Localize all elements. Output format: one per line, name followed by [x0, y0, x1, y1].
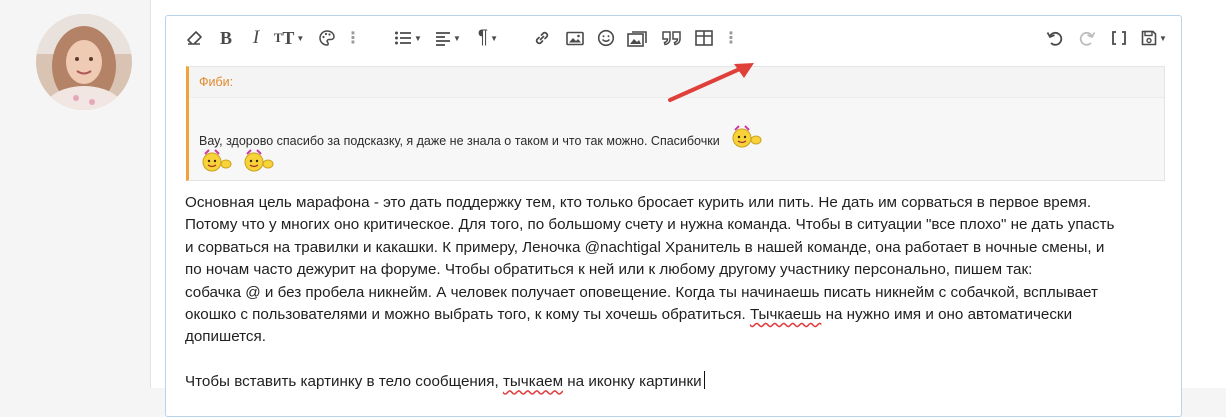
content-line: и сорваться на травилки и какашки. К при…: [185, 238, 1105, 256]
quote-text-wrap: Вау, здорово спасибо за подсказку, я даж…: [199, 123, 763, 152]
editor-toolbar: B I T T ▼ ⋮ ▼ ▼ ¶ ▼ ⋮ ▼: [166, 16, 1181, 60]
italic-icon[interactable]: I: [246, 26, 266, 50]
smiley-icon[interactable]: [595, 26, 617, 50]
content-line: Чтобы вставить картинку в тело сообщения…: [185, 371, 1170, 393]
undo-icon[interactable]: [1044, 26, 1066, 50]
link-icon[interactable]: [531, 26, 553, 50]
eraser-icon[interactable]: [184, 26, 206, 50]
content-text: окошко с пользователями и можно выбрать …: [185, 306, 746, 324]
paragraph-icon[interactable]: ¶ ▼: [472, 26, 504, 50]
more-options-icon[interactable]: ⋮: [345, 26, 361, 50]
table-icon[interactable]: [693, 26, 715, 50]
palette-icon[interactable]: [316, 26, 338, 50]
rich-text-editor[interactable]: B I T T ▼ ⋮ ▼ ▼ ¶ ▼ ⋮ ▼ Фиби: Вау, здоро…: [165, 15, 1182, 417]
content-line: Основная цель марафона - это дать поддер…: [185, 194, 1092, 211]
editor-content[interactable]: Основная цель марафона - это дать поддер…: [185, 192, 1170, 394]
content-line: Потому что у многих оно критическое. Для…: [185, 216, 1115, 234]
save-draft-icon[interactable]: ▼: [1138, 26, 1170, 50]
bold-icon[interactable]: B: [216, 26, 236, 50]
quote-icon[interactable]: [660, 26, 684, 50]
content-line: допишется.: [185, 328, 266, 346]
quote-text: Вау, здорово спасибо за подсказку, я даж…: [199, 134, 720, 148]
more-options-icon[interactable]: ⋮: [723, 26, 739, 50]
smiley-emoji: [199, 147, 233, 178]
image-icon[interactable]: [564, 26, 586, 50]
align-icon[interactable]: ▼: [432, 26, 464, 50]
smiley-emoji: [729, 123, 763, 152]
list-icon[interactable]: ▼: [392, 26, 424, 50]
redo-icon[interactable]: [1076, 26, 1098, 50]
avatar[interactable]: [36, 14, 132, 110]
text-size-icon[interactable]: T T ▼: [272, 26, 306, 50]
smiley-row: [199, 147, 275, 178]
content-line: по ночам часто дежурит на форуме. Чтобы …: [185, 261, 1033, 279]
content-line: окошко с пользователями и можно выбрать …: [185, 304, 1170, 326]
content-line: собачка @ и без пробела никнейм. А челов…: [185, 283, 1098, 301]
brackets-icon[interactable]: [1108, 26, 1130, 50]
text-cursor: [703, 371, 705, 390]
media-gallery-icon[interactable]: [626, 26, 650, 50]
content-text: на нужно имя и оно автоматически: [825, 306, 1073, 324]
empty-line: [185, 349, 1170, 371]
misspelled-word[interactable]: Тычкаешь: [750, 306, 821, 323]
annotation-arrow: [668, 63, 754, 102]
smiley-emoji: [241, 147, 275, 178]
